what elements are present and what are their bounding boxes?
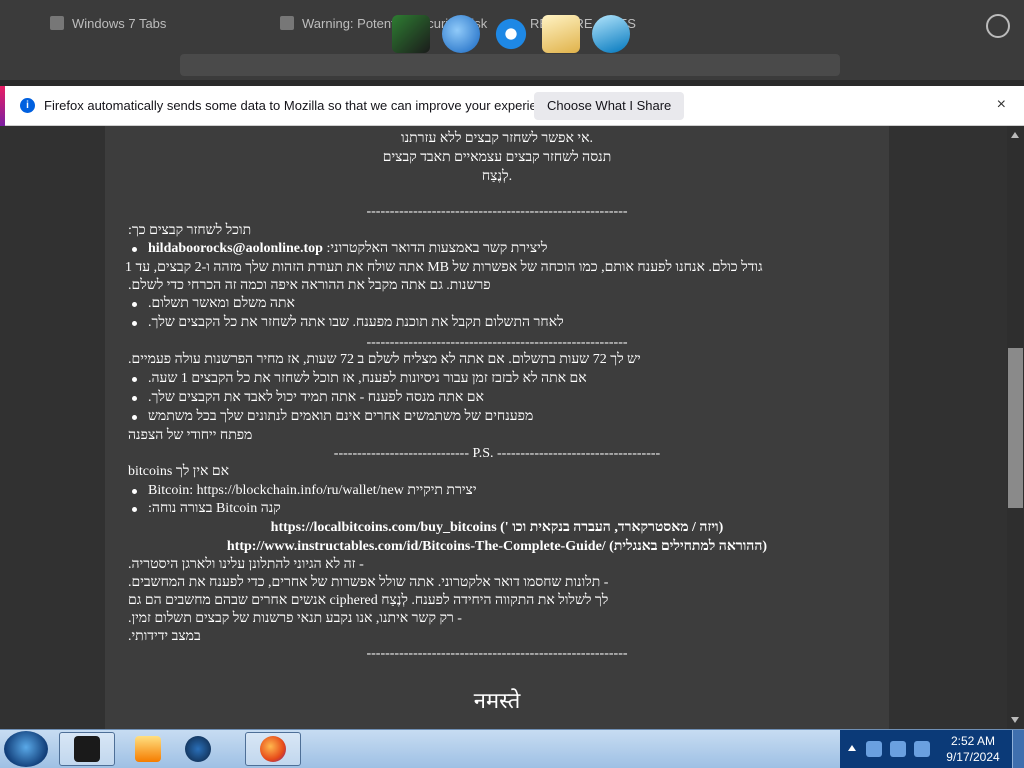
text-line: - תלונות שחסמו דואר אלקטרוני. אתה שולל א… (128, 575, 609, 590)
bullet (132, 396, 137, 401)
bullet (132, 377, 137, 382)
tray-app-icon[interactable] (866, 741, 882, 757)
bullet-item: לאחר התשלום תקבל את תוכנת מפענח. שבו אתה… (148, 315, 564, 330)
scroll-up-icon[interactable] (1011, 132, 1019, 138)
clock-time: 2:52 AM (950, 734, 996, 748)
tab-favicon-icon (50, 16, 64, 30)
globe-download-icon[interactable] (442, 15, 480, 53)
bullet (132, 415, 137, 420)
text-line: פרשנות. גם אתה מקבל את ההוראה איפה וכמה … (128, 278, 491, 293)
namaste-heading: नमस्ते (473, 688, 521, 713)
text-line: אי אפשר לשחזר קבצים ללא עזרתנו. (401, 131, 593, 146)
start-button-icon[interactable] (4, 731, 48, 767)
bullet (132, 247, 137, 252)
warning-icon (280, 16, 294, 30)
system-tray: 2:52 AM 9/17/2024 (840, 730, 1024, 768)
separator: ----------------------------------------… (366, 204, 628, 219)
bullet (132, 302, 137, 307)
scrollbar-thumb[interactable] (1008, 348, 1023, 508)
ransom-note-panel: אי אפשר לשחזר קבצים ללא עזרתנו. תנסה לשח… (105, 126, 889, 729)
text-line: לְנֶצַח. (481, 169, 513, 184)
bullet-item: מפענחים של משתמשים אחרים אינם תואמים לנת… (148, 409, 534, 424)
telemetry-notification-bar: i Firefox automatically sends some data … (0, 86, 1024, 126)
network-user-icon[interactable] (592, 15, 630, 53)
text-line: - רק קשר איתנו, אנו נקבע תנאי פרשנות של … (128, 611, 462, 626)
bullet-item: אתה משלם ומאשר תשלום. (148, 296, 295, 311)
internet-explorer-icon[interactable] (492, 15, 530, 53)
ps-separator: ----------------------------- P.S. -----… (333, 446, 661, 461)
clock[interactable]: 2:52 AM 9/17/2024 (938, 733, 1008, 765)
network-tray-icon[interactable] (890, 741, 906, 757)
notification-accent (0, 86, 5, 126)
instructables-link[interactable]: http://www.instructables.com/id/Bitcoins… (105, 538, 889, 557)
hub-icon[interactable] (986, 14, 1010, 38)
terminal-icon (74, 736, 100, 762)
bullet-item: יצירת תיקיית Bitcoin: https://blockchain… (148, 483, 477, 498)
mail-envelope-icon[interactable] (542, 15, 580, 53)
text-line: במצב ידידותי. (128, 629, 201, 644)
text-line: גודל כולם. אנחנו לפענח אותם, כמו הוכחה ש… (125, 260, 763, 275)
taskbar: 2:52 AM 9/17/2024 (0, 729, 1024, 768)
info-icon: i (20, 98, 35, 113)
taskbar-item-network[interactable] (185, 732, 241, 766)
text-line: אם אין לך bitcoins (128, 464, 230, 479)
bullet-item: קנה Bitcoin בצורה נוחה: (148, 501, 281, 516)
bullet-item: אם אתה לא לבזבז זמן עבור ניסיונות לפענח,… (148, 371, 587, 386)
restore-heading: תוכל לשחזר קבצים כך: (128, 223, 252, 238)
email-line: ליצירת קשר באמצעות הדואר האלקטרוני: hild… (148, 240, 838, 259)
email-address: hildaboorocks@aolonline.top (148, 241, 323, 256)
firefox-icon (260, 736, 286, 762)
localbitcoins-link[interactable]: https://localbitcoins.com/buy_bitcoins (… (105, 519, 889, 538)
vertical-scrollbar[interactable] (1007, 126, 1024, 729)
quick-launch-dock (392, 10, 632, 58)
text-line: מפתח ייחודי של הצפנה (128, 428, 253, 443)
text-line: לך לשלול את התקווה היחידה לפענח. לְנֶצַח… (128, 593, 609, 608)
tab-windows-7-tabs[interactable]: Windows 7 Tabs (40, 6, 260, 40)
bullet-item: אם אתה מנסה לפענח - אתה תמיד יכול לאבד א… (148, 390, 484, 405)
media-player-icon (135, 736, 161, 762)
choose-what-i-share-button[interactable]: Choose What I Share (534, 92, 685, 120)
scroll-down-icon[interactable] (1011, 717, 1019, 723)
clock-date: 9/17/2024 (946, 750, 1000, 764)
globe-icon (185, 736, 211, 762)
page-viewport: אי אפשר לשחזר קבצים ללא עזרתנו. תנסה לשח… (0, 126, 1007, 729)
spreadsheet-app-icon[interactable] (392, 15, 430, 53)
taskbar-item-terminal[interactable] (59, 732, 115, 766)
close-icon[interactable]: × (997, 96, 1006, 114)
text-line: יש לך 72 שעות בתשלום. אם אתה לא מצליח לש… (128, 352, 641, 367)
text-line: תנסה לשחזר קבצים עצמאיים תאבד קבצים (382, 150, 612, 165)
email-label: ליצירת קשר באמצעות הדואר האלקטרוני: (322, 241, 548, 256)
bullet (132, 507, 137, 512)
taskbar-item-media-player[interactable] (120, 732, 176, 766)
notification-text: Firefox automatically sends some data to… (44, 98, 562, 113)
show-desktop-button[interactable] (1012, 730, 1024, 768)
show-hidden-icons-icon[interactable] (848, 745, 856, 751)
bullet (132, 321, 137, 326)
separator: ----------------------------------------… (366, 646, 628, 661)
volume-icon[interactable] (914, 741, 930, 757)
taskbar-item-firefox[interactable] (245, 732, 301, 766)
bullet (132, 489, 137, 494)
text-line: - זה לא הגיוני להתלונן עלינו ולארגן היסט… (128, 557, 364, 572)
tab-label: Windows 7 Tabs (72, 15, 167, 31)
separator: ----------------------------------------… (366, 335, 628, 350)
